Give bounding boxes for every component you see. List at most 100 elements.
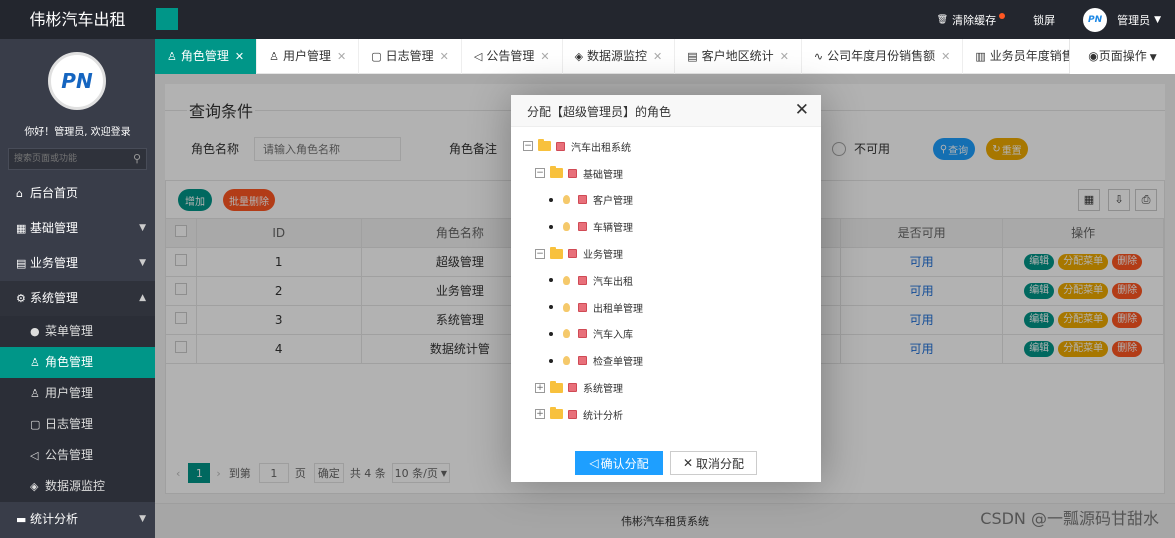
close-icon[interactable]: ✕ — [795, 100, 809, 120]
checkbox-icon[interactable] — [556, 141, 565, 151]
tab-user[interactable]: ♙ 用户管理 ✕ — [257, 39, 360, 74]
user-icon: ♙ — [30, 356, 40, 369]
leaf-icon — [563, 275, 570, 285]
chevron-down-icon: ▼ — [1149, 53, 1157, 63]
collapse-icon[interactable]: − — [535, 168, 545, 179]
bullet-icon — [549, 197, 553, 202]
tab-notice[interactable]: ◁ 公告管理 ✕ — [462, 39, 563, 74]
tab-role[interactable]: ♙ 角色管理 ✕ — [155, 39, 258, 74]
folder-icon — [550, 407, 563, 420]
speaker-icon: ◁ — [473, 50, 483, 63]
sidebar-search: ⚲ — [8, 148, 147, 170]
sidebar-item-role[interactable]: ♙ 角色管理 — [0, 347, 155, 378]
search-icon[interactable]: ⚲ — [133, 152, 141, 165]
tree-node-leaf[interactable]: 客户管理 — [523, 187, 813, 214]
dialog-header: 分配【超级管理员】的角色 ✕ — [511, 95, 821, 127]
tree-node-leaf[interactable]: 车辆管理 — [523, 213, 813, 240]
tree-node-group[interactable]: + 统计分析 — [523, 401, 813, 428]
sidebar-search-input[interactable] — [9, 149, 127, 169]
checkbox-icon[interactable] — [568, 383, 577, 393]
collapse-icon[interactable]: − — [523, 141, 533, 152]
tree-node-group[interactable]: − 基础管理 — [523, 160, 813, 187]
file-icon: ▢ — [30, 418, 41, 431]
clear-cache-button[interactable]: 🗑 清除缓存 — [923, 12, 1019, 28]
table-icon: ▥ — [975, 50, 986, 63]
checkbox-icon[interactable] — [578, 275, 587, 285]
close-icon[interactable]: ✕ — [780, 50, 789, 63]
tree-node-leaf[interactable]: 汽车出租 — [523, 267, 813, 294]
close-icon: ✕ — [682, 456, 694, 470]
tree-node-leaf[interactable]: 出租单管理 — [523, 294, 813, 321]
tree-node-leaf[interactable]: 检查单管理 — [523, 347, 813, 374]
leaf-icon — [563, 356, 570, 366]
sidebar-item-statistics[interactable]: ▬ 统计分析 ▼ — [0, 502, 155, 537]
user-icon: ♙ — [167, 50, 177, 63]
folder-open-icon — [550, 166, 563, 179]
sidebar-item-datasource[interactable]: ◈ 数据源监控 — [0, 471, 155, 502]
sidebar-toggle-button[interactable] — [156, 8, 178, 30]
tab-customer-region[interactable]: ▤ 客户地区统计 ✕ — [675, 39, 802, 74]
sidebar-item-notice[interactable]: ◁ 公告管理 — [0, 440, 155, 471]
user-menu[interactable]: PN 管理员 ▼ — [1069, 7, 1175, 32]
users-icon: ♙ — [30, 387, 40, 400]
close-icon[interactable]: ✕ — [941, 50, 950, 63]
sidebar-item-user[interactable]: ♙ 用户管理 — [0, 378, 155, 409]
tree-node-root[interactable]: − 汽车出租系统 — [523, 133, 813, 160]
doc-icon: ▤ — [687, 50, 698, 63]
checkbox-icon[interactable] — [578, 302, 587, 312]
bullet-icon — [549, 305, 553, 310]
sidebar-item-log[interactable]: ▢ 日志管理 — [0, 409, 155, 440]
tree-node-group[interactable]: − 业务管理 — [523, 240, 813, 267]
lock-screen-button[interactable]: 锁屏 — [1019, 12, 1069, 28]
send-icon: ◁ — [589, 456, 599, 470]
tab-company-sales[interactable]: ∿ 公司年度月份销售额 ✕ — [802, 39, 964, 74]
confirm-assign-button[interactable]: ◁ 确认分配 — [575, 451, 663, 475]
expand-icon[interactable]: + — [535, 382, 545, 393]
tree-node-leaf[interactable]: 汽车入库 — [523, 321, 813, 348]
bullet-icon — [549, 278, 553, 283]
grid-icon: ▦ — [16, 222, 27, 235]
watermark: CSDN @一瓢源码甘甜水 — [980, 509, 1159, 528]
sidebar-item-business[interactable]: ▤ 业务管理 ▼ — [0, 246, 155, 281]
sidebar-item-home[interactable]: ⌂ 后台首页 — [0, 176, 155, 211]
collapse-icon[interactable]: − — [535, 248, 545, 259]
close-icon[interactable]: ✕ — [235, 50, 244, 63]
tab-log[interactable]: ▢ 日志管理 ✕ — [359, 39, 462, 74]
pulse-icon: ∿ — [813, 50, 824, 63]
checkbox-icon[interactable] — [578, 329, 587, 339]
header-actions: 🗑 清除缓存 锁屏 PN 管理员 ▼ — [923, 0, 1175, 39]
close-icon[interactable]: ✕ — [337, 50, 346, 63]
checkbox-icon[interactable] — [568, 249, 577, 259]
users-icon: ♙ — [269, 50, 279, 63]
app-title: 伟彬汽车出租 — [29, 10, 126, 29]
close-icon[interactable]: ✕ — [540, 50, 549, 63]
tab-datasource[interactable]: ◈ 数据源监控 ✕ — [563, 39, 676, 74]
sidebar-item-system[interactable]: ⚙ 系统管理 ▲ — [0, 281, 155, 316]
speaker-icon: ◁ — [30, 449, 39, 462]
checkbox-icon[interactable] — [568, 409, 577, 419]
assign-role-dialog: 分配【超级管理员】的角色 ✕ − 汽车出租系统 − 基础管理 客户管理 车辆管理 — [511, 95, 821, 482]
sidebar-item-menu[interactable]: ● 菜单管理 — [0, 316, 155, 347]
gear-icon: ⚙ — [16, 292, 26, 305]
chevron-down-icon: ▼ — [139, 514, 146, 524]
sidebar-submenu-system: ● 菜单管理 ♙ 角色管理 ♙ 用户管理 ▢ 日志管理 ◁ 公告管理 ◈ 数据源监控 — [0, 316, 155, 502]
sidebar-nav: ⌂ 后台首页 ▦ 基础管理 ▼ ▤ 业务管理 ▼ ⚙ 系统管理 ▲ ● 菜单管理 ♙ 角色管理 ♙… — [0, 176, 155, 537]
sidebar: PN 你好！管理员, 欢迎登录 ⚲ ⌂后台首页 ▦基础管理▼ ▤业务管理▼ ⚙系… — [0, 39, 155, 538]
folder-open-icon — [550, 246, 563, 259]
chevron-down-icon: ▼ — [139, 223, 146, 233]
cube-icon: ◈ — [30, 480, 39, 493]
checkbox-icon[interactable] — [578, 356, 587, 366]
sidebar-item-basic[interactable]: ▦ 基础管理 ▼ — [0, 211, 155, 246]
trash-icon: 🗑 — [936, 14, 949, 25]
cancel-assign-button[interactable]: ✕ 取消分配 — [670, 451, 757, 475]
menu-tree: − 汽车出租系统 − 基础管理 客户管理 车辆管理 − 业务管理 汽车出租 出租… — [523, 133, 813, 428]
close-icon[interactable]: ✕ — [440, 50, 449, 63]
close-icon[interactable]: ✕ — [653, 50, 662, 63]
checkbox-icon[interactable] — [568, 168, 577, 178]
expand-icon[interactable]: + — [535, 409, 545, 420]
tree-node-group[interactable]: + 系统管理 — [523, 374, 813, 401]
checkbox-icon[interactable] — [578, 195, 587, 205]
page-operations-menu[interactable]: ◉页面操作 ▼ — [1069, 39, 1175, 74]
list-icon: ▤ — [16, 257, 27, 270]
checkbox-icon[interactable] — [578, 222, 587, 232]
